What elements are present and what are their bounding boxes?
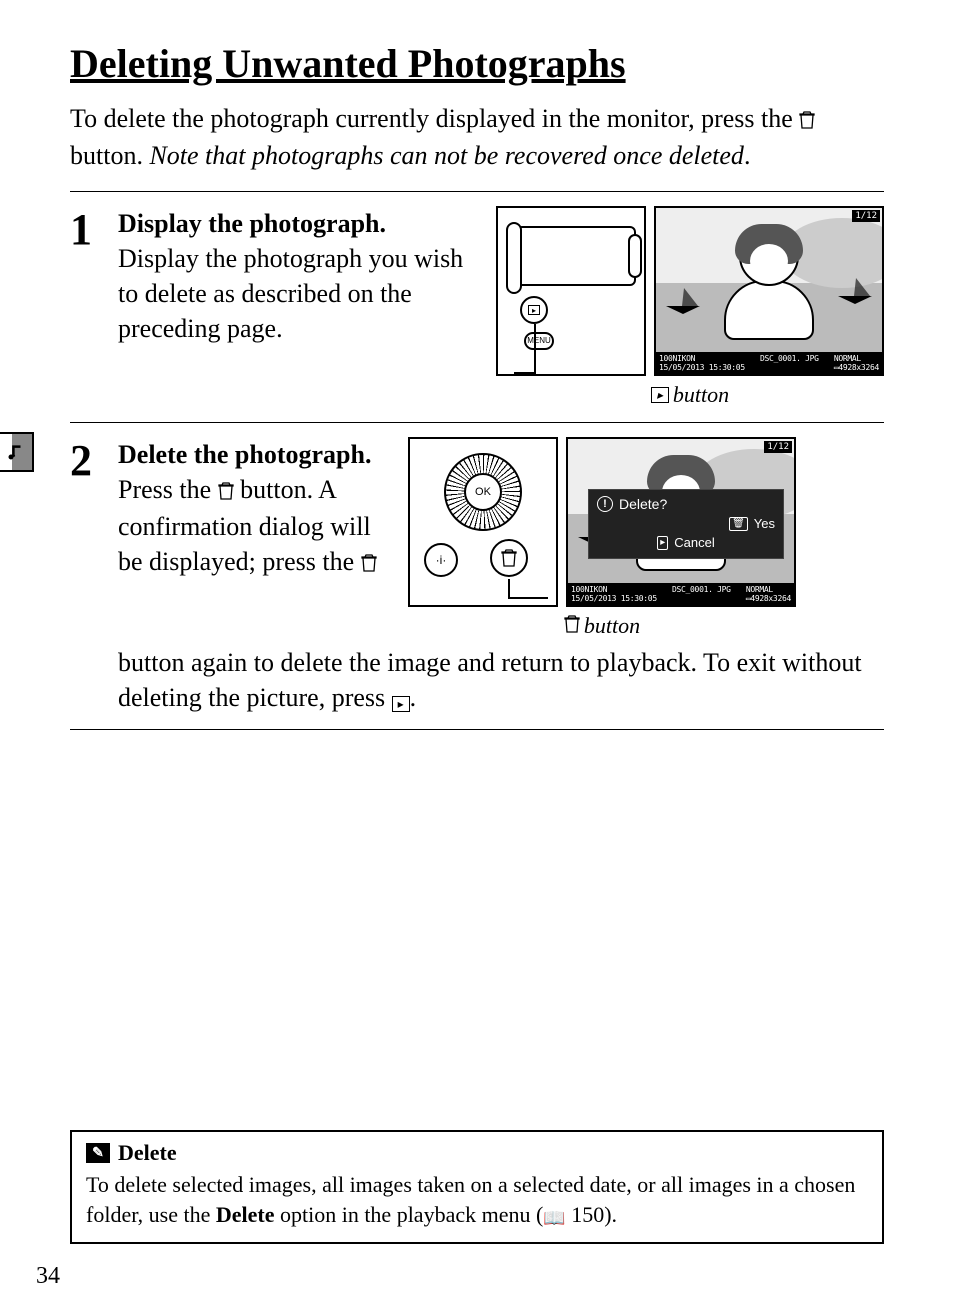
camera-diagram-play: ▸ MENU xyxy=(496,206,646,376)
multi-selector-illustration: OK xyxy=(444,453,522,531)
i-button-illustration: ·i· xyxy=(424,543,458,577)
music-note-icon xyxy=(6,442,26,462)
trash-icon: 🗑 xyxy=(729,517,748,531)
intro-text-a: To delete the photograph currently displ… xyxy=(70,104,799,133)
lcd-preview-2: 1/12 ! Delete? 🗑 Yes ▸ Cancel 100NIKON15/05… xyxy=(566,437,796,607)
trash-icon xyxy=(361,546,377,581)
intro-note: Note that photographs can not be recover… xyxy=(149,141,743,170)
menu-button-illustration: MENU xyxy=(524,332,554,350)
warning-icon: ! xyxy=(597,496,613,512)
page-number: 34 xyxy=(36,1263,60,1290)
step-number: 2 xyxy=(70,437,118,715)
step-2-body-c: button again to delete the image and ret… xyxy=(118,648,862,712)
dialog-yes: Yes xyxy=(754,516,775,531)
dialog-title: Delete? xyxy=(619,496,667,512)
step-2-caption: button xyxy=(564,613,640,639)
tip-text-bold: Delete xyxy=(216,1202,275,1227)
delete-dialog: ! Delete? 🗑 Yes ▸ Cancel xyxy=(588,489,784,559)
tip-text-b: option in the playback menu ( xyxy=(274,1202,543,1227)
trash-icon xyxy=(799,103,815,138)
image-counter: 1/12 xyxy=(764,441,792,453)
trash-icon xyxy=(218,474,234,509)
tip-page-ref: 150). xyxy=(566,1202,617,1227)
play-icon: ▸ xyxy=(651,387,669,403)
manual-page: Deleting Unwanted Photographs To delete … xyxy=(0,0,954,1314)
step-1-caption: ▸ button xyxy=(651,382,729,408)
image-info-bar: 100NIKON15/05/2013 15:30:05 DSC_0001. JP… xyxy=(656,352,882,374)
play-icon: ▸ xyxy=(392,696,410,712)
section-tab xyxy=(0,432,34,472)
step-2-title: Delete the photograph. xyxy=(118,437,398,472)
step-1-body: Display the photograph you wish to delet… xyxy=(118,241,486,346)
trash-icon xyxy=(564,613,580,639)
step-2-body-a: Press the xyxy=(118,475,218,504)
intro-paragraph: To delete the photograph currently displ… xyxy=(70,101,884,173)
camera-diagram-trash: OK ·i· xyxy=(408,437,558,607)
intro-text-b: button. xyxy=(70,141,149,170)
lcd-preview-1: 1/12 100NIKON15/05/2013 15:30:05 DSC_000… xyxy=(654,206,884,376)
image-info-bar: 100NIKON15/05/2013 15:30:05 DSC_0001. JP… xyxy=(568,583,794,605)
step-number: 1 xyxy=(70,206,118,408)
book-icon: 📖 xyxy=(543,1206,565,1230)
step-1-title: Display the photograph. xyxy=(118,206,486,241)
step-1: 1 Display the photograph. Display the ph… xyxy=(70,192,884,423)
page-title: Deleting Unwanted Photographs xyxy=(70,40,884,87)
trash-button-illustration xyxy=(490,539,528,577)
step-1-figures: ▸ MENU 1/12 100NIKON15/05/2013 15:30:05 … xyxy=(496,206,884,408)
tip-title: Delete xyxy=(118,1140,177,1166)
pencil-icon: ✎ xyxy=(86,1143,110,1163)
play-icon: ▸ xyxy=(657,536,668,550)
intro-text-c: . xyxy=(744,141,751,170)
step-2: 2 Delete the photograph. Press the butto… xyxy=(70,423,884,730)
play-button-illustration: ▸ xyxy=(520,296,548,324)
ok-button-illustration: OK xyxy=(464,473,502,511)
step-2-body-d: . xyxy=(410,683,417,712)
dialog-cancel: Cancel xyxy=(674,535,714,550)
image-counter: 1/12 xyxy=(852,210,880,222)
step-2-figures: OK ·i· 1/12 ! Delete? 🗑 Yes ▸ Cancel xyxy=(408,437,796,639)
tip-box-delete: ✎ Delete To delete selected images, all … xyxy=(70,1130,884,1244)
